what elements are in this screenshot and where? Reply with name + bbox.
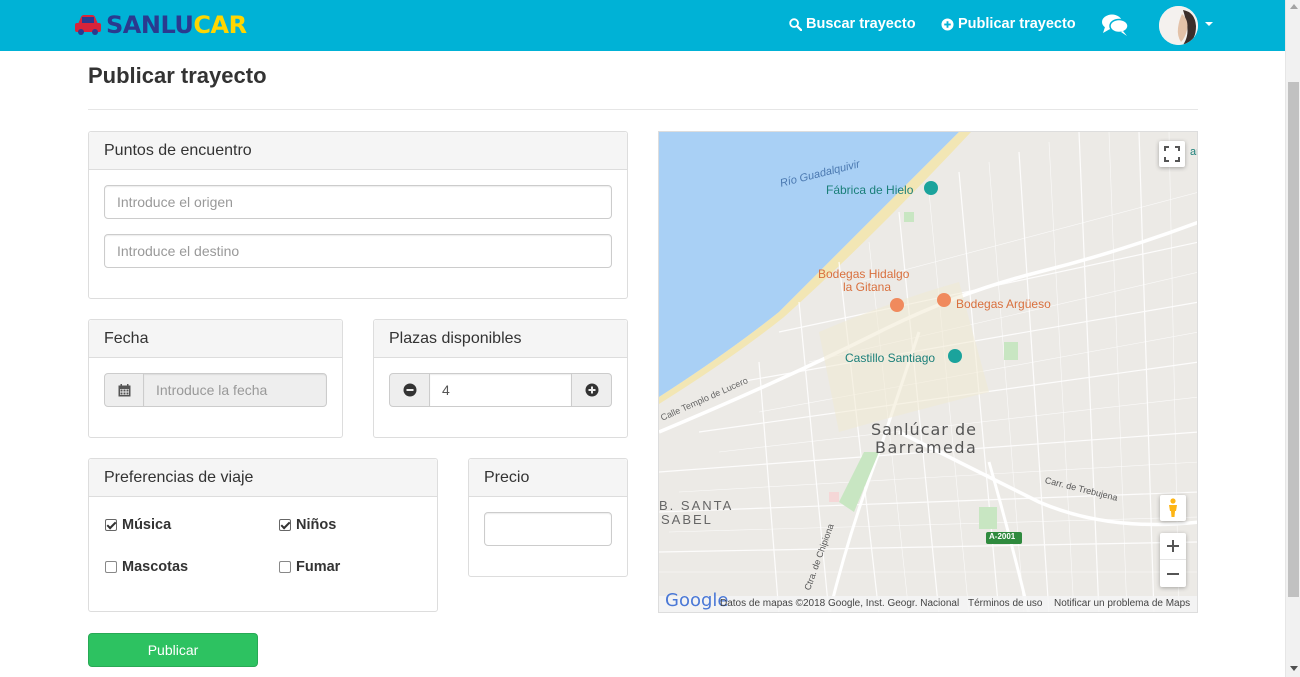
checkbox-icon[interactable] bbox=[105, 561, 117, 573]
meeting-points-panel: Puntos de encuentro bbox=[88, 131, 628, 299]
preferences-panel: Preferencias de viaje Música Niños Masco… bbox=[88, 458, 438, 612]
scroll-down-arrow-icon[interactable] bbox=[1290, 666, 1298, 671]
calendar-icon bbox=[118, 383, 130, 396]
search-icon bbox=[789, 17, 802, 31]
brand-logo[interactable]: SANLUCAR bbox=[74, 10, 247, 40]
price-input[interactable] bbox=[484, 512, 612, 546]
seats-input[interactable] bbox=[429, 373, 572, 407]
plus-circle-icon bbox=[941, 17, 954, 31]
fullscreen-button[interactable] bbox=[1159, 141, 1185, 167]
poi-icon-castillo[interactable] bbox=[948, 349, 962, 363]
seats-heading: Plazas disponibles bbox=[374, 320, 627, 358]
seats-increment-button[interactable] bbox=[571, 373, 612, 407]
preferences-heading: Preferencias de viaje bbox=[89, 459, 437, 497]
map[interactable]: Río Guadalquivir Fábrica de Hielo Bodega… bbox=[658, 131, 1198, 613]
checkbox-icon[interactable] bbox=[105, 519, 117, 531]
seats-panel: Plazas disponibles bbox=[373, 319, 628, 438]
poi-icon-bodegas-argueso[interactable] bbox=[937, 293, 951, 307]
map-label-fabrica[interactable]: Fábrica de Hielo bbox=[826, 183, 913, 197]
map-label-edge-fragment: anl bbox=[1190, 146, 1197, 158]
fullscreen-icon bbox=[1164, 146, 1180, 162]
destination-input[interactable] bbox=[104, 234, 612, 268]
street-view-pegman[interactable] bbox=[1160, 495, 1186, 521]
car-icon bbox=[75, 15, 101, 35]
map-report-link[interactable]: Notificar un problema de Maps bbox=[1054, 598, 1190, 609]
caret-down-icon[interactable] bbox=[1205, 22, 1213, 26]
nav-publish-link[interactable]: Publicar trayecto bbox=[941, 16, 1076, 32]
origin-input[interactable] bbox=[104, 185, 612, 219]
nav-search-link[interactable]: Buscar trayecto bbox=[789, 16, 916, 32]
seats-decrement-button[interactable] bbox=[389, 373, 430, 407]
map-label-castillo[interactable]: Castillo Santiago bbox=[845, 351, 935, 365]
meeting-points-heading: Puntos de encuentro bbox=[89, 132, 627, 170]
map-data-attribution: Datos de mapas ©2018 Google, Inst. Geogr… bbox=[720, 598, 960, 609]
date-panel: Fecha bbox=[88, 319, 343, 438]
brand-text-part2: CAR bbox=[193, 11, 247, 39]
avatar-image bbox=[1159, 6, 1198, 45]
title-divider bbox=[88, 109, 1198, 110]
map-road-shield: A-2001 bbox=[989, 532, 1016, 541]
pref-smoking-label: Fumar bbox=[296, 559, 341, 575]
pref-kids-checkbox[interactable]: Niños bbox=[279, 517, 336, 533]
map-label-bodegas-hidalgo-2[interactable]: la Gitana bbox=[843, 280, 891, 294]
poi-icon-fabrica[interactable] bbox=[924, 181, 938, 195]
minus-icon bbox=[1167, 572, 1179, 575]
pref-music-checkbox[interactable]: Música bbox=[105, 517, 171, 533]
map-label-santa-2: SABEL bbox=[661, 512, 713, 527]
zoom-controls bbox=[1160, 533, 1186, 587]
scroll-up-arrow-icon[interactable] bbox=[1290, 4, 1298, 9]
map-footer: Google Datos de mapas ©2018 Google, Inst… bbox=[659, 590, 1197, 612]
map-canvas[interactable] bbox=[659, 132, 1198, 613]
map-label-bodegas-argueso[interactable]: Bodegas Argüeso bbox=[956, 297, 1051, 311]
date-input[interactable] bbox=[143, 373, 327, 407]
plus-circle-icon bbox=[585, 383, 598, 397]
scrollbar[interactable] bbox=[1285, 0, 1300, 677]
minus-circle-icon bbox=[403, 383, 416, 397]
calendar-addon[interactable] bbox=[104, 373, 144, 407]
pref-pets-label: Mascotas bbox=[122, 559, 189, 575]
date-heading: Fecha bbox=[89, 320, 342, 358]
avatar[interactable] bbox=[1159, 6, 1198, 45]
page-title: Publicar trayecto bbox=[88, 63, 267, 88]
brand-text-part1: SANLU bbox=[106, 11, 194, 39]
pegman-icon bbox=[1169, 498, 1177, 517]
map-label-bodegas-hidalgo-1[interactable]: Bodegas Hidalgo bbox=[818, 267, 909, 281]
map-terms-link[interactable]: Términos de uso bbox=[968, 598, 1042, 609]
nav-search-label: Buscar trayecto bbox=[806, 16, 916, 32]
checkbox-icon[interactable] bbox=[279, 519, 291, 531]
zoom-in-button[interactable] bbox=[1160, 533, 1186, 560]
map-label-city-2: Barrameda bbox=[875, 438, 978, 457]
pref-kids-label: Niños bbox=[296, 517, 337, 533]
chat-icon[interactable] bbox=[1101, 13, 1129, 37]
map-label-city-1: Sanlúcar de bbox=[871, 420, 977, 439]
google-logo[interactable]: Google bbox=[665, 590, 728, 611]
pref-music-label: Música bbox=[122, 517, 172, 533]
price-panel: Precio bbox=[468, 458, 628, 577]
nav-publish-label: Publicar trayecto bbox=[958, 16, 1076, 32]
scroll-thumb[interactable] bbox=[1288, 82, 1299, 597]
zoom-out-button[interactable] bbox=[1160, 560, 1186, 587]
price-heading: Precio bbox=[469, 459, 627, 497]
publish-button[interactable]: Publicar bbox=[88, 633, 258, 667]
poi-icon-bodegas-hidalgo[interactable] bbox=[890, 298, 904, 312]
pref-smoking-checkbox[interactable]: Fumar bbox=[279, 559, 340, 575]
map-label-santa-1: B. SANTA bbox=[659, 498, 734, 513]
plus-icon bbox=[1167, 540, 1179, 552]
navbar: SANLUCAR Buscar trayecto Publicar trayec… bbox=[0, 0, 1285, 51]
checkbox-icon[interactable] bbox=[279, 561, 291, 573]
pref-pets-checkbox[interactable]: Mascotas bbox=[105, 559, 188, 575]
